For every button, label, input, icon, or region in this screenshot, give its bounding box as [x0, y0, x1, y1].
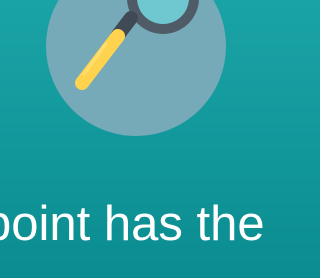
illustration	[0, 0, 274, 160]
caption: point has the	[0, 150, 274, 278]
magnifying-glass-icon	[46, 0, 226, 136]
caption-line-1: point has the	[0, 197, 265, 251]
